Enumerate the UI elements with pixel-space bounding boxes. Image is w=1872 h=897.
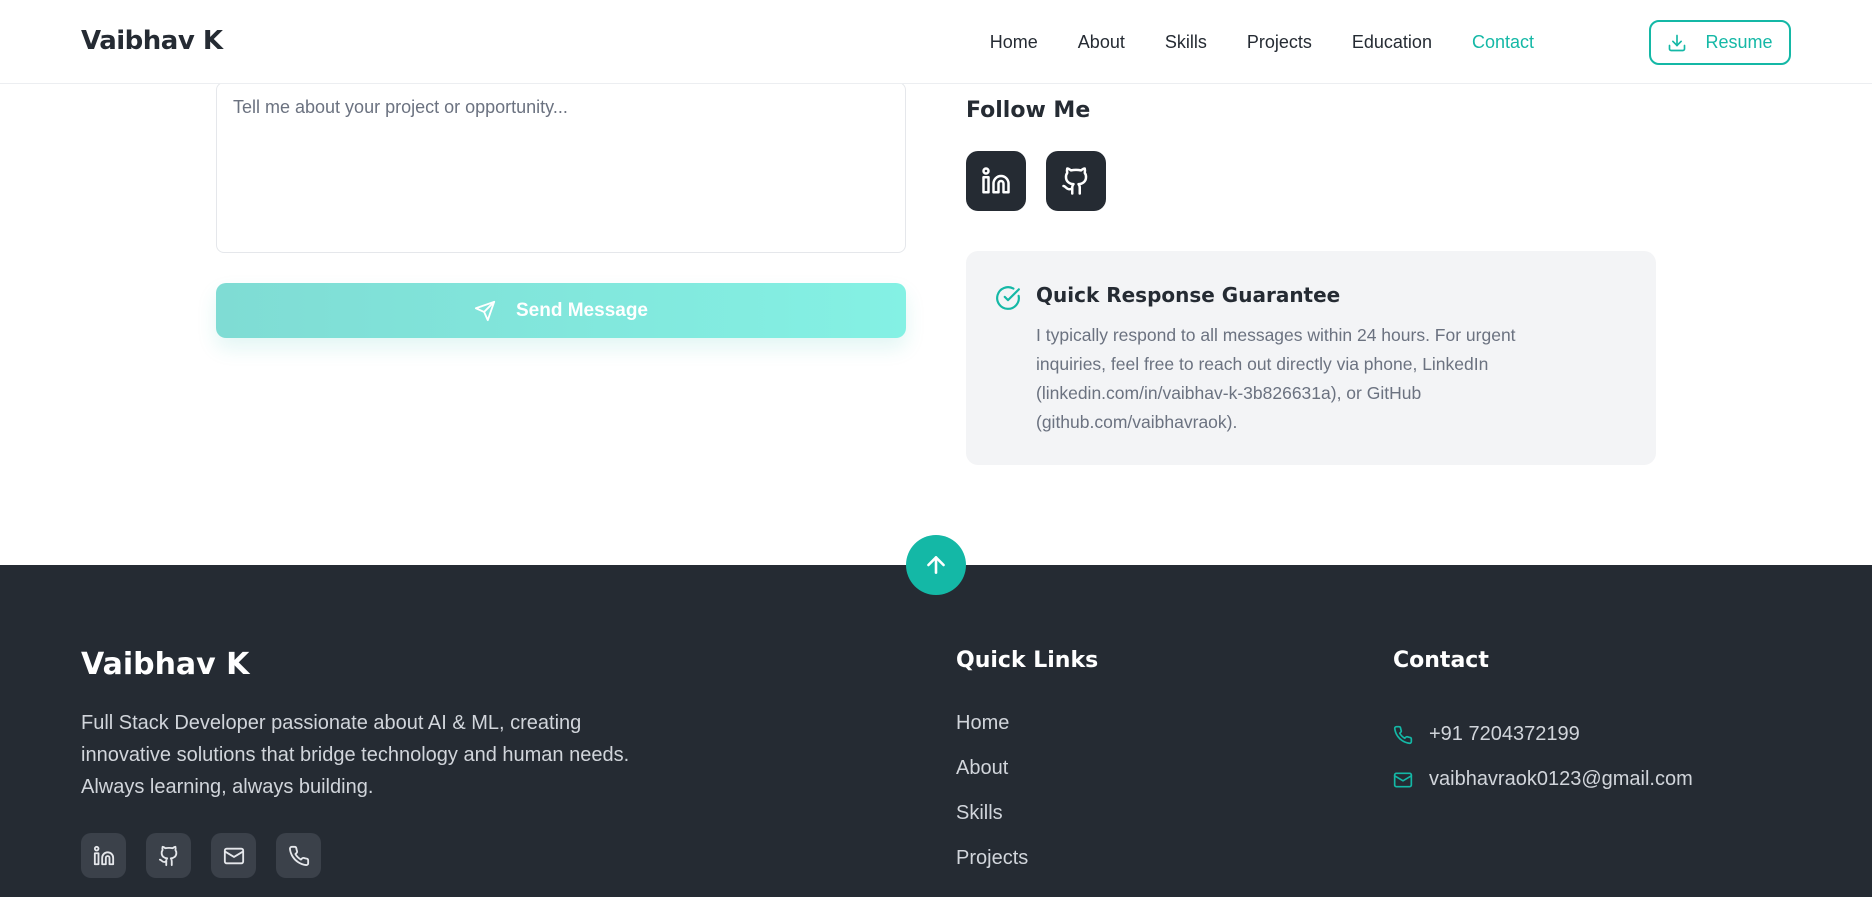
download-icon	[1669, 34, 1686, 51]
back-to-top-button[interactable]	[906, 535, 966, 595]
message-textarea[interactable]: Tell me about your project or opportunit…	[216, 82, 906, 253]
guarantee-title: Quick Response Guarantee	[1036, 283, 1341, 307]
contact-email: vaibhavraok0123@gmail.com	[1429, 768, 1693, 790]
footer-link-skills[interactable]: Skills	[956, 802, 1028, 847]
linkedin-button[interactable]	[966, 151, 1026, 211]
quick-links-title: Quick Links	[956, 648, 1099, 673]
nav-about[interactable]: About	[1078, 32, 1125, 53]
quick-links-list: Home About Skills Projects	[956, 712, 1028, 892]
footer-github-button[interactable]	[146, 833, 191, 878]
phone-icon	[288, 845, 309, 866]
site-header: Vaibhav K Home About Skills Projects Edu…	[0, 0, 1872, 84]
send-label: Send Message	[516, 299, 648, 321]
contact-phone: +91 7204372199	[1429, 723, 1580, 745]
contact-list: +91 7204372199 vaibhavraok0123@gmail.com	[1393, 712, 1693, 802]
footer-mail-button[interactable]	[211, 833, 256, 878]
main-nav: Home About Skills Projects Education Con…	[990, 0, 1534, 84]
nav-contact[interactable]: Contact	[1472, 32, 1534, 53]
resume-button[interactable]: Resume	[1649, 20, 1791, 65]
contact-email-row[interactable]: vaibhavraok0123@gmail.com	[1393, 757, 1693, 802]
follow-title: Follow Me	[966, 98, 1091, 123]
github-icon	[1062, 167, 1088, 195]
brand-logo[interactable]: Vaibhav K	[81, 26, 223, 56]
quick-response-card: Quick Response Guarantee I typically res…	[966, 251, 1656, 465]
footer-link-about[interactable]: About	[956, 757, 1028, 802]
footer-brand: Vaibhav K	[81, 647, 250, 682]
footer-link-home[interactable]: Home	[956, 712, 1028, 757]
nav-education[interactable]: Education	[1352, 32, 1432, 53]
guarantee-text: I typically respond to all messages with…	[1036, 325, 1516, 432]
contact-title: Contact	[1393, 648, 1489, 673]
footer-phone-button[interactable]	[276, 833, 321, 878]
mail-icon	[1393, 772, 1413, 787]
arrow-up-icon	[927, 556, 945, 574]
message-placeholder: Tell me about your project or opportunit…	[233, 97, 568, 117]
contact-phone-row[interactable]: +91 7204372199	[1393, 712, 1693, 757]
nav-projects[interactable]: Projects	[1247, 32, 1312, 53]
site-footer: Vaibhav K Full Stack Developer passionat…	[0, 565, 1872, 897]
footer-linkedin-button[interactable]	[81, 833, 126, 878]
footer-link-projects[interactable]: Projects	[956, 847, 1028, 892]
send-icon	[474, 300, 496, 321]
mail-icon	[223, 847, 244, 864]
linkedin-icon	[93, 845, 114, 865]
nav-home[interactable]: Home	[990, 32, 1038, 53]
github-button[interactable]	[1046, 151, 1106, 211]
footer-description: Full Stack Developer passionate about AI…	[81, 712, 630, 798]
send-message-button[interactable]: Send Message	[216, 283, 906, 338]
phone-icon	[1393, 725, 1413, 744]
nav-skills[interactable]: Skills	[1165, 32, 1207, 53]
check-circle-icon	[996, 286, 1020, 310]
github-icon	[158, 845, 177, 866]
linkedin-icon	[982, 167, 1010, 194]
resume-label: Resume	[1705, 32, 1773, 52]
